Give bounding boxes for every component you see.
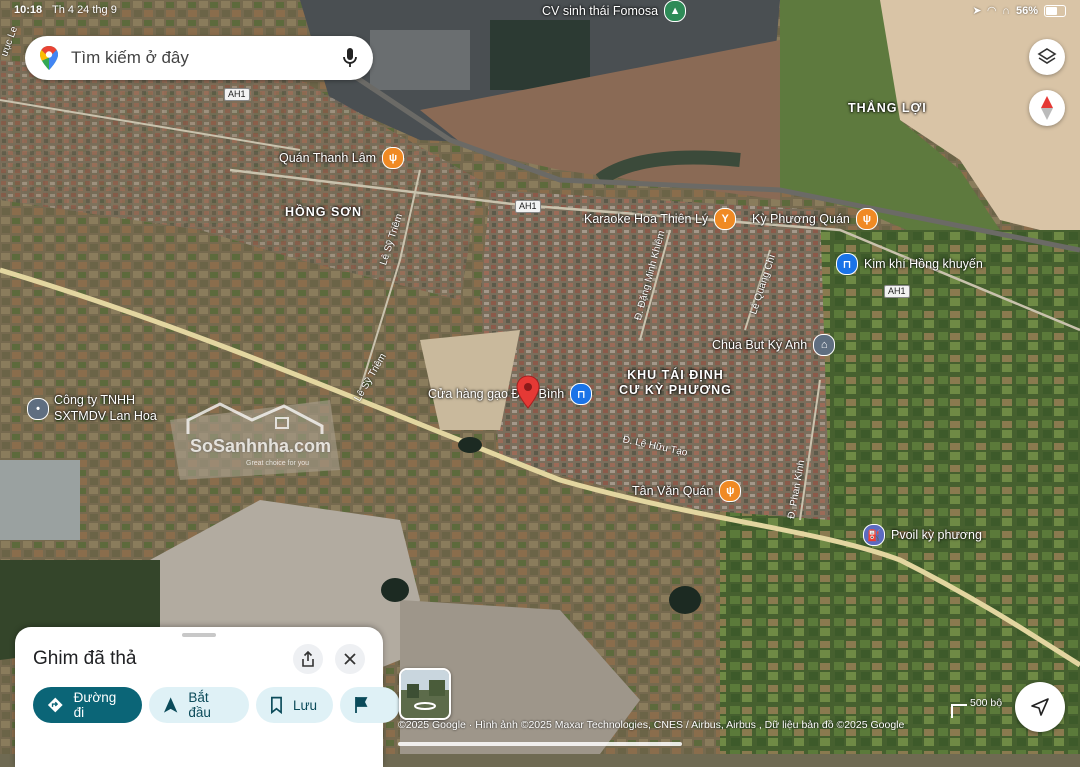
battery-percent: 56% [1015,4,1038,17]
status-bar: 10:18 Th 4 24 thg 9 ➤ ◠ ∩ 56% [0,0,1080,20]
area-label-hong-son: HỒNG SƠN [285,205,363,219]
status-icons: ➤ ◠ ∩ 56% [972,4,1066,17]
poi-label-line-2: SXTMDV Lan Hoa [54,409,157,423]
watermark-tagline: Great choice for you [246,460,310,467]
poi-label: Kim khí Hồng khuyến [864,257,983,271]
sheet-drag-handle[interactable] [182,633,216,637]
scale-bar [951,704,967,718]
gas-station-icon: ⛽ [863,524,885,546]
highway-shield-ah1: AH1 [515,200,541,213]
search-bar[interactable]: Tìm kiếm ở đây [25,36,373,80]
location-arrow-icon [1031,698,1049,716]
area-label-line-2: CƯ KỲ PHƯƠNG [619,383,732,397]
poi-quan-thanh-lam[interactable]: Quán Thanh Lâm ψ [279,147,405,169]
label-button[interactable] [340,687,400,723]
layers-button[interactable] [1029,39,1065,75]
close-button[interactable] [335,644,365,674]
map-attribution: ©2025 Google · Hình ảnh ©2025 Maxar Tech… [398,719,905,731]
directions-icon [47,697,63,713]
poi-label: Quán Thanh Lâm [279,151,377,165]
flag-icon [355,697,368,713]
temple-icon: ⌂ [813,334,836,356]
close-icon [344,653,356,665]
wifi-icon: ◠ [987,5,997,17]
start-button[interactable]: Bắt đầu [149,687,249,723]
restaurant-icon: ψ [719,480,742,502]
poi-ky-phuong-quan[interactable]: Kỳ Phương Quán ψ [752,208,878,230]
park-icon: ▲ [664,0,687,22]
poi-pvoil[interactable]: ⛽ Pvoil kỳ phương [863,524,982,546]
location-arrow-icon: ➤ [972,5,982,17]
dropped-pin-sheet[interactable]: Ghim đã thả Đường đi Bắt đầu Lưu [15,627,400,767]
area-label-line-1: KHU TÁI ĐỊNH [627,368,724,382]
poi-chua-but[interactable]: Chùa Bụt Kỳ Anh ⌂ [712,334,836,356]
poi-label: Tân Văn Quán [632,484,714,498]
status-date: Th 4 24 thg 9 [52,4,117,16]
poi-kim-khi[interactable]: ⊓ Kim khí Hồng khuyến [836,253,983,275]
my-location-button[interactable] [1015,682,1065,732]
poi-cong-ty[interactable]: • Công ty TNHH SXTMDV Lan Hoa [27,393,157,423]
navigation-arrow-icon [163,697,178,713]
save-label: Lưu [292,697,317,713]
share-icon [302,651,314,667]
headphones-icon: ∩ [1002,4,1010,17]
poi-label: Chùa Bụt Kỳ Anh [712,338,808,352]
bookmark-icon [271,696,282,714]
poi-label: Kỳ Phương Quán [752,212,850,226]
area-label-khu-tai-dinh-cu: KHU TÁI ĐỊNH CƯ KỲ PHƯƠNG [619,368,732,398]
directions-label: Đường đi [73,690,117,720]
search-input[interactable]: Tìm kiếm ở đây [71,48,341,68]
restaurant-icon: ψ [855,208,878,230]
poi-karaoke[interactable]: Karaoke Hoa Thiên Lý Y [584,208,737,230]
poi-label: Công ty TNHH SXTMDV Lan Hoa [54,392,157,424]
highway-shield-ah1: AH1 [884,285,910,298]
area-label-thang-loi: THẮNG LỢI [848,101,927,115]
street-view-image [401,670,449,718]
google-maps-logo-icon [40,46,58,70]
poi-label: Pvoil kỳ phương [891,528,982,542]
microphone-icon[interactable] [341,47,359,69]
watermark: SoSanhnha.com Great choice for you [180,400,332,470]
compass-button[interactable] [1029,90,1065,126]
layers-icon [1037,48,1057,64]
poi-cv-fomosa[interactable]: CV sinh thái Fomosa ▲ [542,0,687,22]
shopping-bag-icon: ⊓ [836,253,858,275]
battery-icon [1044,4,1066,17]
poi-label-line-1: Công ty TNHH [54,393,136,407]
poi-label: Karaoke Hoa Thiên Lý [584,212,709,226]
shopping-bag-icon: ⊓ [570,383,593,405]
pin-icon: • [27,398,49,420]
directions-button[interactable]: Đường đi [33,687,142,723]
poi-label: CV sinh thái Fomosa [542,4,659,18]
scale-label: 500 bộ [970,697,1003,709]
bar-icon: Y [714,208,737,230]
poi-cua-hang-gao[interactable]: Cửa hàng gạo Đức Bình ⊓ [428,383,593,405]
save-button[interactable]: Lưu [256,687,333,723]
share-button[interactable] [293,644,323,674]
start-label: Bắt đầu [188,690,211,720]
poi-tan-van-quan[interactable]: Tân Văn Quán ψ [632,480,742,502]
status-time: 10:18 [14,4,43,16]
street-view-thumbnail[interactable] [399,668,451,720]
sheet-title: Ghim đã thả [33,648,137,669]
watermark-house-icon [186,402,324,434]
poi-label: Cửa hàng gạo Đức Bình [428,387,565,401]
highway-shield-ah1: AH1 [224,88,250,101]
home-indicator[interactable] [398,742,682,746]
watermark-brand: SoSanhnha.com [190,436,332,456]
restaurant-icon: ψ [382,147,405,169]
dropped-pin-icon[interactable] [515,375,541,409]
compass-icon [1041,96,1053,120]
